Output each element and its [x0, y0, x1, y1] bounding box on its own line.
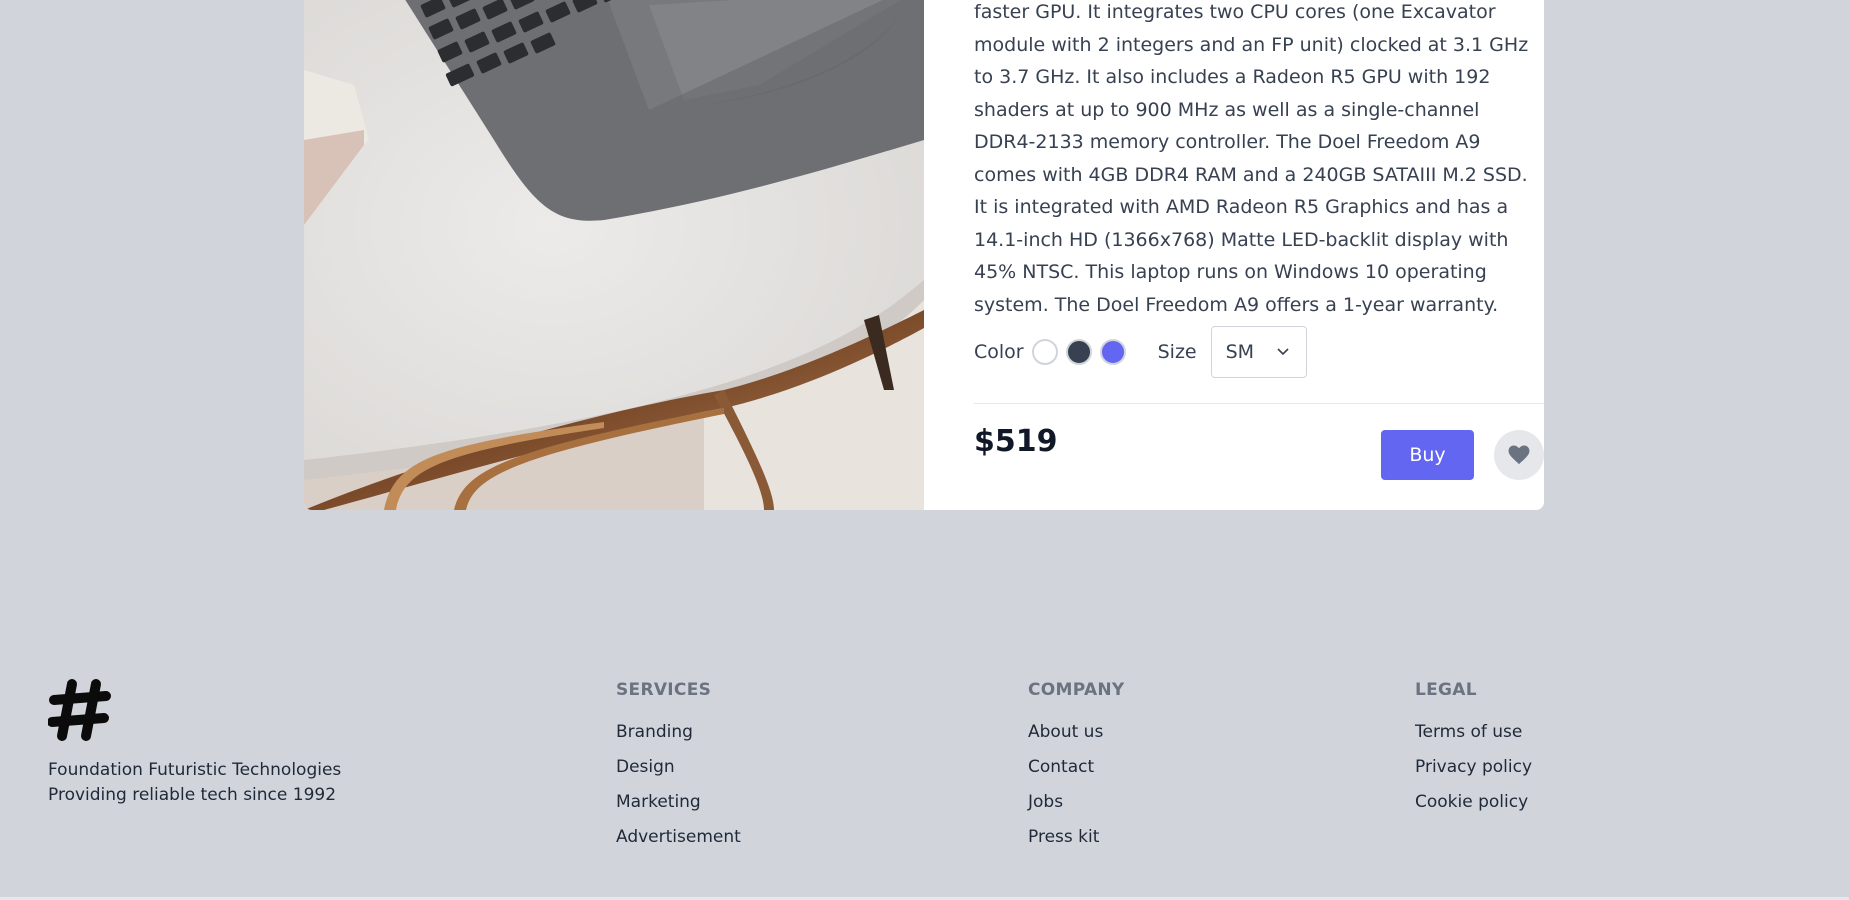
services-heading: SERVICES	[616, 680, 712, 700]
product-card: faster GPU. It integrates two CPU cores …	[304, 0, 1544, 510]
brand-tagline: Providing reliable tech since 1992	[48, 785, 337, 805]
laptop-photo-illustration	[304, 0, 924, 510]
legal-heading: LEGAL	[1415, 680, 1477, 700]
size-select-value: SM	[1225, 341, 1255, 363]
color-swatch-dark-gray[interactable]	[1065, 339, 1092, 365]
footer-link-about-us[interactable]: About us	[1028, 720, 1125, 755]
buy-button[interactable]: Buy	[1381, 430, 1474, 480]
footer-link-marketing[interactable]: Marketing	[616, 790, 741, 825]
footer-link-privacy-policy[interactable]: Privacy policy	[1415, 755, 1532, 790]
color-swatch-white[interactable]	[1031, 339, 1058, 365]
company-heading: COMPANY	[1028, 680, 1125, 700]
hashtag-logo-icon	[47, 679, 111, 741]
divider	[974, 403, 1544, 404]
product-info: faster GPU. It integrates two CPU cores …	[974, 0, 1544, 510]
heart-icon	[1508, 445, 1530, 465]
product-image	[304, 0, 924, 510]
footer-company-column: COMPANY About us Contact Jobs Press kit	[1028, 680, 1125, 860]
product-options: Color Size SM	[974, 326, 1534, 378]
size-label: Size	[1157, 341, 1197, 363]
size-select[interactable]: SM	[1210, 326, 1307, 378]
product-price: $519	[974, 424, 1058, 459]
footer-link-contact[interactable]: Contact	[1028, 755, 1125, 790]
chevron-down-icon	[1277, 348, 1289, 356]
product-description: faster GPU. It integrates two CPU cores …	[974, 1, 1529, 316]
color-label: Color	[974, 341, 1024, 363]
footer-brand: Foundation Futuristic Technologies Provi…	[47, 678, 341, 808]
favorite-button[interactable]	[1494, 430, 1544, 480]
footer-legal-column: LEGAL Terms of use Privacy policy Cookie…	[1415, 680, 1532, 825]
footer-link-branding[interactable]: Branding	[616, 720, 741, 755]
footer-link-terms-of-use[interactable]: Terms of use	[1415, 720, 1532, 755]
footer-link-press-kit[interactable]: Press kit	[1028, 825, 1125, 860]
brand-name: Foundation Futuristic Technologies	[48, 760, 342, 780]
footer-link-cookie-policy[interactable]: Cookie policy	[1415, 790, 1532, 825]
footer-link-advertisement[interactable]: Advertisement	[616, 825, 741, 860]
footer-link-design[interactable]: Design	[616, 755, 741, 790]
footer-link-jobs[interactable]: Jobs	[1028, 790, 1125, 825]
brand-text: Foundation Futuristic Technologies Provi…	[48, 758, 341, 808]
color-swatch-indigo[interactable]	[1099, 339, 1126, 365]
footer-services-column: SERVICES Branding Design Marketing Adver…	[616, 680, 741, 860]
